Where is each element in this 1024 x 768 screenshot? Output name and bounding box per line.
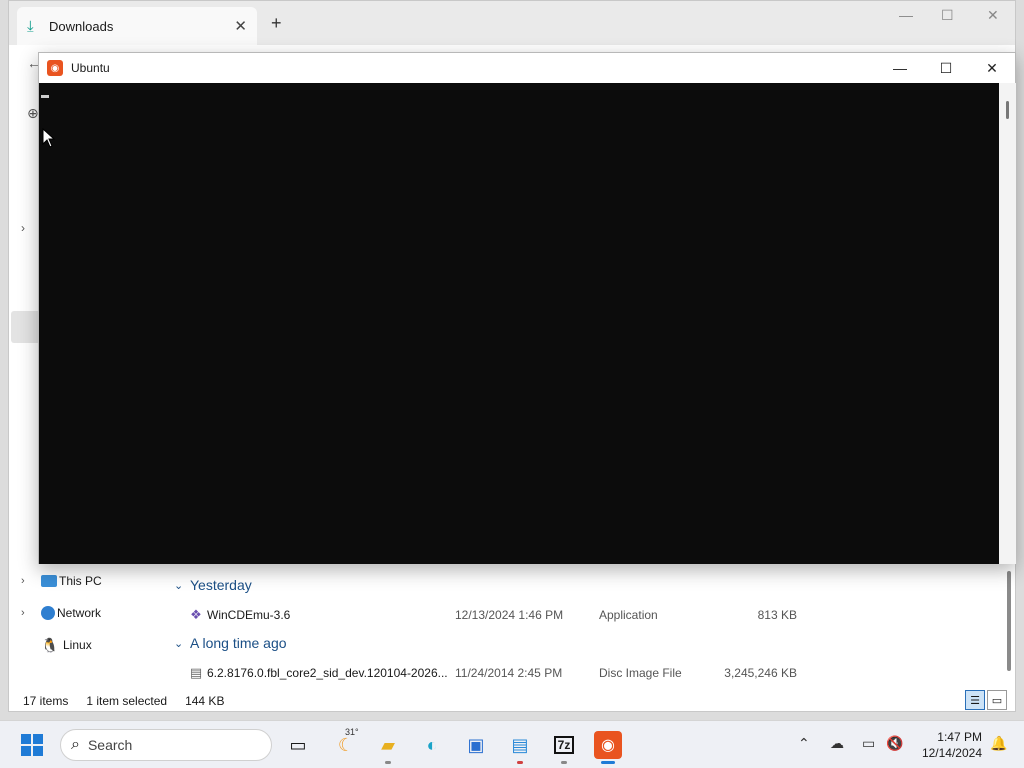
terminal-area[interactable]: [39, 83, 999, 564]
tiles-view-icon[interactable]: ▭: [987, 690, 1007, 710]
taskbar: ⌕ Search ▭ ☾ 31° ▰ ◐ ▣ ▤ 7z ◉ ⌃ ☁ ▭ 🔇 1:…: [0, 720, 1024, 768]
windows-logo-icon: [21, 734, 43, 756]
active-indicator: [601, 761, 615, 764]
status-item-count: 17 items: [23, 694, 69, 708]
file-name: 6.2.8176.0.fbl_core2_sid_dev.120104-2026…: [207, 666, 448, 680]
taskbar-search[interactable]: ⌕ Search: [60, 729, 272, 761]
file-size: 813 KB: [757, 608, 797, 622]
chevron-right-icon[interactable]: ›: [21, 221, 25, 235]
file-date: 11/24/2014 2:45 PM: [455, 666, 563, 680]
nav-selected-highlight: [11, 311, 41, 343]
sidebar-item-label: Network: [57, 606, 102, 620]
sidebar-item-linux[interactable]: 🐧 Linux: [21, 633, 161, 657]
status-size: 144 KB: [185, 694, 225, 708]
file-row[interactable]: ❖ WinCDEmu-3.6 12/13/2024 1:46 PM Applic…: [187, 603, 1007, 627]
sidebar-item-label: This PC: [59, 574, 102, 588]
chevron-down-icon: ⌄: [174, 579, 184, 592]
window-title: Ubuntu: [71, 61, 110, 75]
scrollbar-thumb[interactable]: [1006, 101, 1009, 119]
notification-bell-icon[interactable]: 🔔: [990, 735, 1007, 752]
sidebar-item-this-pc[interactable]: › This PC: [21, 569, 161, 593]
explorer-close-button[interactable]: ✕: [987, 7, 999, 24]
status-selected: 1 item selected: [86, 694, 168, 708]
task-view-icon: ▭: [289, 734, 307, 755]
chevron-up-icon[interactable]: ⌃: [798, 735, 810, 752]
taskbar-edge[interactable]: ◐: [418, 731, 446, 759]
onedrive-offline-icon[interactable]: ☁: [830, 735, 844, 752]
group-header-yesterday[interactable]: ⌄ Yesterday: [174, 577, 252, 593]
weather-moon-icon: ☾: [337, 734, 355, 755]
taskbar-notepad[interactable]: ▤: [506, 731, 534, 759]
chevron-down-icon: ⌄: [174, 637, 184, 650]
ubuntu-title-bar[interactable]: ◉ Ubuntu — ☐ ✕: [39, 53, 1015, 83]
new-item-icon[interactable]: ⊕: [27, 105, 39, 122]
start-button[interactable]: [18, 731, 46, 759]
file-type: Disc Image File: [599, 666, 682, 680]
taskbar-store[interactable]: ▣: [462, 731, 490, 759]
speaker-muted-icon[interactable]: 🔇: [886, 735, 903, 752]
sidebar-item-label: Linux: [63, 638, 92, 652]
terminal-scrollbar[interactable]: [999, 83, 1016, 564]
file-size: 3,245,246 KB: [724, 666, 797, 680]
app-installer-icon: ❖: [190, 607, 202, 622]
tab-title: Downloads: [49, 18, 114, 34]
search-label: Search: [87, 737, 133, 753]
task-view-button[interactable]: ▭: [284, 731, 312, 759]
edge-browser-icon: ◐: [426, 734, 438, 755]
computer-icon: [41, 575, 57, 587]
text-cursor: [41, 95, 49, 98]
folder-icon: ▰: [381, 734, 395, 755]
chevron-right-icon[interactable]: ›: [21, 575, 41, 587]
file-name: WinCDEmu-3.6: [207, 608, 291, 622]
group-label: A long time ago: [190, 635, 287, 651]
group-header-long-time-ago[interactable]: ⌄ A long time ago: [174, 635, 287, 651]
system-clock[interactable]: 1:47 PM 12/14/2024: [912, 729, 982, 761]
download-icon: ⤓: [27, 17, 34, 35]
running-indicator: [385, 761, 391, 764]
close-tab-icon[interactable]: ✕: [234, 17, 247, 35]
linux-tux-icon: 🐧: [41, 636, 59, 653]
minimize-button[interactable]: —: [877, 60, 923, 76]
ubuntu-icon: ◉: [601, 737, 615, 754]
new-tab-icon[interactable]: +: [271, 13, 282, 34]
tab-downloads[interactable]: ⤓ Downloads ✕: [17, 7, 257, 45]
file-type: Application: [599, 608, 658, 622]
explorer-minimize-button[interactable]: —: [899, 7, 913, 23]
network-icon: [41, 606, 55, 620]
file-row[interactable]: ▤ 6.2.8176.0.fbl_core2_sid_dev.120104-20…: [187, 661, 1007, 685]
running-indicator: [517, 761, 523, 764]
store-icon: ▣: [467, 734, 485, 755]
weather-temperature: 31°: [345, 727, 359, 737]
taskbar-7zip[interactable]: 7z: [550, 731, 578, 759]
mouse-pointer-icon: [42, 128, 56, 148]
clock-time: 1:47 PM: [937, 730, 982, 744]
search-icon: ⌕: [71, 736, 80, 753]
ubuntu-window: ◉ Ubuntu — ☐ ✕: [38, 52, 1016, 564]
seven-zip-icon: 7z: [553, 736, 575, 754]
details-view-icon[interactable]: ☰: [965, 690, 985, 710]
explorer-maximize-button[interactable]: ☐: [941, 7, 954, 24]
ubuntu-logo-icon: ◉: [47, 60, 63, 76]
clock-date: 12/14/2024: [921, 746, 982, 760]
disc-image-icon: ▤: [189, 665, 203, 680]
display-icon[interactable]: ▭: [862, 735, 875, 752]
file-date: 12/13/2024 1:46 PM: [455, 608, 564, 622]
sidebar-item-network[interactable]: › Network: [21, 601, 161, 625]
close-button[interactable]: ✕: [969, 60, 1015, 77]
group-label: Yesterday: [190, 577, 252, 593]
file-list-scrollbar[interactable]: [1007, 571, 1011, 671]
tab-bar: ⤓ Downloads ✕ + — ☐ ✕: [9, 1, 1015, 45]
maximize-button[interactable]: ☐: [923, 60, 969, 77]
notepad-icon: ▤: [511, 734, 529, 755]
taskbar-ubuntu[interactable]: ◉: [594, 731, 622, 759]
chevron-right-icon[interactable]: ›: [21, 607, 41, 619]
taskbar-file-explorer[interactable]: ▰: [374, 731, 402, 759]
status-bar: 17 items 1 item selected 144 KB: [9, 689, 1015, 713]
running-indicator: [561, 761, 567, 764]
view-toggle: ☰ ▭: [963, 690, 1007, 710]
